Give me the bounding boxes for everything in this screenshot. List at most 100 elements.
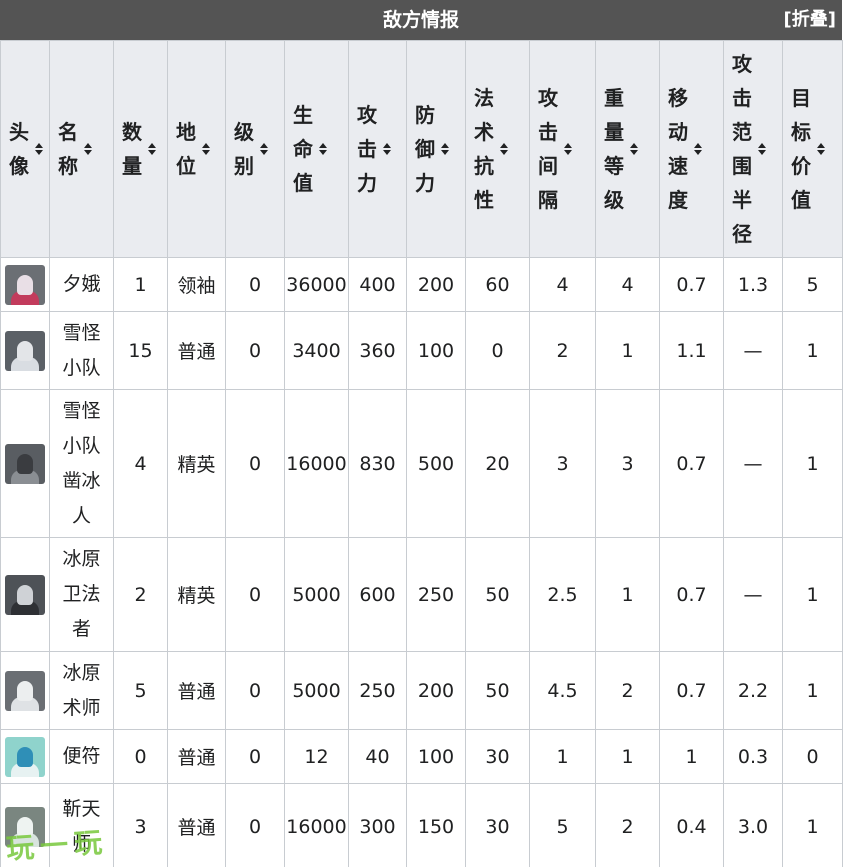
cell-range: — (723, 311, 783, 390)
icefield-caster-avatar-icon[interactable] (5, 670, 45, 711)
column-header-label: 攻击范围半径 (732, 52, 752, 246)
cell-hp: 5000 (284, 651, 349, 730)
cell-status: 普通 (167, 729, 226, 784)
table-row: 冰原术师 5 普通 0 5000 250 200 50 4.5 2 0.7 2.2 1 (0, 651, 843, 730)
cell-count: 15 (113, 311, 168, 390)
cell-count: 4 (113, 389, 168, 538)
watermark: 玩一玩 (5, 825, 110, 866)
cell-range: 3.0 (723, 783, 783, 867)
cell-res: 0 (465, 311, 530, 390)
cell-res: 50 (465, 537, 530, 652)
enemy-name-link[interactable]: 冰原术师 (49, 651, 114, 730)
enemy-table: 头像 名称 数量 地位 级别 生命值 攻击力 防御力 法术抗性 攻击间隔 重量等级 移动速度 攻击范围半… (0, 40, 843, 867)
avatar-cell (0, 389, 50, 538)
panel-title: 敌方情报 (382, 9, 459, 31)
column-header-interval[interactable]: 攻击间隔 (529, 40, 596, 258)
column-header-range[interactable]: 攻击范围半径 (723, 40, 783, 258)
column-header-avatar[interactable]: 头像 (0, 40, 50, 258)
cell-target: 1 (782, 651, 843, 730)
xi-avatar-icon[interactable] (5, 264, 45, 305)
column-header-level[interactable]: 级别 (225, 40, 285, 258)
cell-target: 5 (782, 257, 843, 312)
enemy-name-link[interactable]: 雪怪小队 (49, 311, 114, 390)
column-header-label: 攻击力 (357, 103, 377, 195)
column-header-speed[interactable]: 移动速度 (659, 40, 724, 258)
enemy-name-link[interactable]: 冰原卫法者 (49, 537, 114, 652)
column-header-label: 数量 (122, 120, 142, 178)
cell-atk: 250 (348, 651, 407, 730)
cell-level: 0 (225, 537, 285, 652)
talisman-avatar-icon[interactable] (5, 736, 45, 777)
cell-count: 3 (113, 783, 168, 867)
enemy-name-link[interactable]: 便符 (49, 729, 114, 784)
column-header-name[interactable]: 名称 (49, 40, 114, 258)
snow-squad-avatar-icon[interactable] (5, 330, 45, 371)
cell-weight: 1 (595, 537, 660, 652)
table-header-row: 头像 名称 数量 地位 级别 生命值 攻击力 防御力 法术抗性 攻击间隔 重量等级 移动速度 攻击范围半… (0, 40, 843, 258)
column-header-status[interactable]: 地位 (167, 40, 226, 258)
cell-res: 30 (465, 729, 530, 784)
cell-interval: 5 (529, 783, 596, 867)
column-header-label: 重量等级 (604, 86, 624, 212)
enemy-name-text[interactable]: 雪怪小队凿冰人 (60, 394, 104, 534)
panel-header: 敌方情报 [折叠] (0, 0, 842, 40)
column-header-label: 头像 (9, 120, 29, 178)
column-header-weight[interactable]: 重量等级 (595, 40, 660, 258)
column-header-def[interactable]: 防御力 (406, 40, 466, 258)
cell-atk: 830 (348, 389, 407, 538)
cell-hp: 16000 (284, 389, 349, 538)
cell-target: 0 (782, 729, 843, 784)
cell-target: 1 (782, 311, 843, 390)
table-body: 夕娥 1 领袖 0 36000 400 200 60 4 4 0.7 1.3 5 雪怪小队 15 普通 0 340… (0, 257, 843, 867)
column-header-atk[interactable]: 攻击力 (348, 40, 407, 258)
enemy-name-text[interactable]: 雪怪小队 (60, 316, 104, 386)
cell-hp: 3400 (284, 311, 349, 390)
enemy-name-text[interactable]: 便符 (60, 739, 104, 774)
cell-interval: 2 (529, 311, 596, 390)
cell-target: 1 (782, 537, 843, 652)
cell-interval: 4 (529, 257, 596, 312)
cell-hp: 12 (284, 729, 349, 784)
cell-def: 500 (406, 389, 466, 538)
cell-atk: 600 (348, 537, 407, 652)
cell-hp: 36000 (284, 257, 349, 312)
cell-status: 精英 (167, 389, 226, 538)
icefield-guard-avatar-icon[interactable] (5, 574, 45, 615)
column-header-label: 地位 (176, 120, 196, 178)
cell-speed: 0.7 (659, 537, 724, 652)
avatar-cell (0, 537, 50, 652)
cell-atk: 360 (348, 311, 407, 390)
cell-hp: 16000 (284, 783, 349, 867)
cell-count: 1 (113, 257, 168, 312)
cell-range: 1.3 (723, 257, 783, 312)
cell-speed: 0.7 (659, 389, 724, 538)
enemy-name-text[interactable]: 冰原卫法者 (60, 542, 104, 647)
cell-interval: 4.5 (529, 651, 596, 730)
column-header-count[interactable]: 数量 (113, 40, 168, 258)
cell-res: 50 (465, 651, 530, 730)
cell-speed: 1.1 (659, 311, 724, 390)
cell-level: 0 (225, 783, 285, 867)
column-header-target[interactable]: 目标价值 (782, 40, 843, 258)
avatar-cell (0, 651, 50, 730)
cell-level: 0 (225, 389, 285, 538)
cell-def: 250 (406, 537, 466, 652)
cell-range: 0.3 (723, 729, 783, 784)
ice-chisel-avatar-icon[interactable] (5, 443, 45, 484)
enemy-name-text[interactable]: 冰原术师 (60, 656, 104, 726)
column-header-res[interactable]: 法术抗性 (465, 40, 530, 258)
column-header-label: 法术抗性 (474, 86, 494, 212)
cell-res: 30 (465, 783, 530, 867)
column-header-label: 防御力 (415, 103, 435, 195)
enemy-name-link[interactable]: 雪怪小队凿冰人 (49, 389, 114, 538)
cell-status: 精英 (167, 537, 226, 652)
cell-status: 领袖 (167, 257, 226, 312)
enemy-name-link[interactable]: 夕娥 (49, 257, 114, 312)
column-header-label: 目标价值 (791, 86, 811, 212)
column-header-label: 名称 (58, 120, 78, 178)
enemy-name-text[interactable]: 夕娥 (60, 267, 104, 302)
column-header-hp[interactable]: 生命值 (284, 40, 349, 258)
cell-weight: 2 (595, 783, 660, 867)
collapse-button[interactable]: [折叠] (784, 0, 836, 40)
cell-status: 普通 (167, 311, 226, 390)
